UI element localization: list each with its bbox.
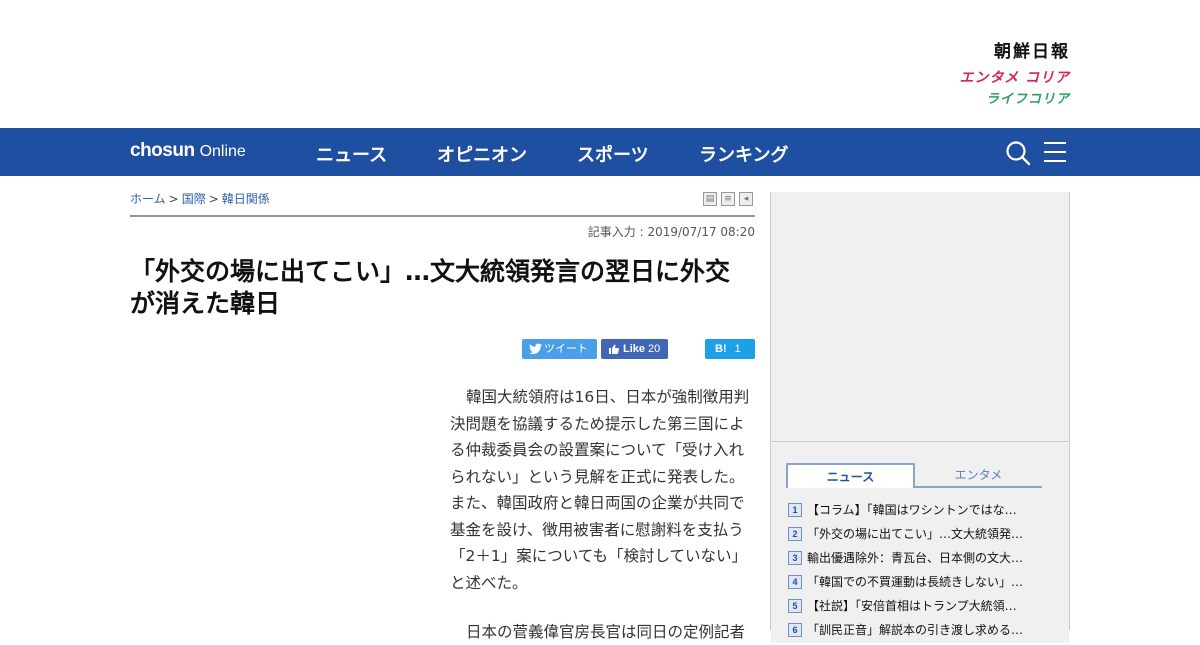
rank-number: 2: [788, 527, 802, 541]
breadcrumb-international[interactable]: 国際: [182, 192, 206, 206]
nav-item-opinion[interactable]: オピニオン: [437, 141, 527, 167]
nav-item-news[interactable]: ニュース: [316, 141, 387, 167]
breadcrumb-home[interactable]: ホーム: [130, 192, 166, 206]
rank-number: 4: [788, 575, 802, 589]
ranking-item[interactable]: 1 【コラム】「韓国はワシントンではな…: [788, 498, 1058, 522]
nav-item-sports[interactable]: スポーツ: [577, 141, 649, 167]
article-paragraph-2: 日本の菅義偉官房長官は同日の定例記者: [466, 623, 746, 641]
rank-title: 【コラム】「韓国はワシントンではな…: [807, 503, 1017, 517]
back-arrow-icon[interactable]: ◂: [739, 192, 753, 206]
print-icon[interactable]: ▤: [703, 192, 717, 206]
like-count: 20: [648, 343, 661, 355]
brand-logos: 朝鮮日報 エンタメ コリア ライフコリア: [960, 44, 1070, 107]
thumbs-up-icon: [609, 344, 620, 354]
ranking-item[interactable]: 5 【社説】「安倍首相はトランプ大統領…: [788, 594, 1058, 618]
tweet-button[interactable]: ツイート: [522, 339, 597, 359]
article-date: 記事入力 : 2019/07/17 08:20: [587, 225, 755, 239]
breadcrumb: ホーム > 国際 > 韓日関係: [130, 190, 270, 207]
like-label: Like: [623, 343, 646, 355]
rank-title: 「韓国での不買運動は長続きしない」…: [807, 575, 1024, 589]
article-headline: 「外交の場に出てこい」…文大統領発言の翌日に外交が消えた韓日: [130, 257, 731, 318]
list-icon[interactable]: ≡: [721, 192, 735, 206]
chosun-online-logo[interactable]: chosun Online: [130, 140, 246, 162]
breadcrumb-korea-japan[interactable]: 韓日関係: [222, 192, 270, 206]
ranking-panel: ニュース エンタメ 1 【コラム】「韓国はワシントンではな… 2 「外交の場に出てこ…: [771, 443, 1069, 643]
rank-title: 【社説】「安倍首相はトランプ大統領…: [807, 599, 1017, 613]
search-icon[interactable]: [1005, 140, 1031, 166]
breadcrumb-separator: >: [208, 192, 219, 206]
nav-item-ranking[interactable]: ランキング: [699, 141, 788, 167]
header-divider: [130, 215, 755, 217]
ranking-item[interactable]: 4 「韓国での不買運動は長続きしない」…: [788, 570, 1058, 594]
ranking-item[interactable]: 3 輸出優遇除外：青瓦台、日本側の文大…: [788, 546, 1058, 570]
tweet-label: ツイート: [544, 343, 588, 355]
ranking-item[interactable]: 6 「訓民正音」解説本の引き渡し求める…: [788, 618, 1058, 642]
tab-news[interactable]: ニュース: [786, 463, 915, 488]
sidebar: ニュース エンタメ 1 【コラム】「韓国はワシントンではな… 2 「外交の場に出てこ…: [770, 192, 1070, 643]
hatena-icon: B!: [715, 343, 727, 355]
article-tools: ▤ ≡ ◂: [703, 192, 753, 206]
life-korea-logo[interactable]: ライフコリア: [960, 93, 1070, 106]
breadcrumb-separator: >: [168, 192, 179, 206]
article-paragraph-1: 韓国大統領府は16日、日本が強制徴用判決問題を協議するため提示した第三国による仲…: [450, 388, 750, 592]
rank-number: 5: [788, 599, 802, 613]
hatena-count: 1: [734, 343, 741, 355]
rank-number: 3: [788, 551, 802, 565]
rank-title: 「訓民正音」解説本の引き渡し求める…: [807, 623, 1024, 637]
rank-title: 「外交の場に出てこい」…文大統領発…: [807, 527, 1024, 541]
facebook-like-button[interactable]: Like 20: [601, 339, 668, 359]
hamburger-menu-icon[interactable]: [1044, 142, 1066, 162]
hatena-bookmark-button[interactable]: B! 1: [705, 339, 755, 359]
rank-number: 1: [788, 503, 802, 517]
tab-entame[interactable]: エンタメ: [915, 463, 1042, 488]
brand-header: 朝鮮日報 エンタメ コリア ライフコリア: [0, 0, 1200, 128]
main-navbar: chosun Online ニュース オピニオン スポーツ ランキング: [0, 128, 1200, 176]
entame-korea-logo[interactable]: エンタメ コリア: [960, 71, 1070, 85]
chosun-ilbo-logo[interactable]: 朝鮮日報: [960, 44, 1070, 61]
logo-bold-text: chosun: [130, 140, 195, 161]
rank-number: 6: [788, 623, 802, 637]
logo-light-text: Online: [199, 143, 246, 160]
ranking-tabs: ニュース エンタメ: [786, 463, 1042, 488]
ranking-list: 1 【コラム】「韓国はワシントンではな… 2 「外交の場に出てこい」…文大統領発… …: [788, 498, 1058, 642]
ad-placeholder: [771, 192, 1069, 442]
twitter-bird-icon: [529, 343, 542, 355]
ranking-item[interactable]: 2 「外交の場に出てこい」…文大統領発…: [788, 522, 1058, 546]
rank-title: 輸出優遇除外：青瓦台、日本側の文大…: [807, 551, 1024, 565]
